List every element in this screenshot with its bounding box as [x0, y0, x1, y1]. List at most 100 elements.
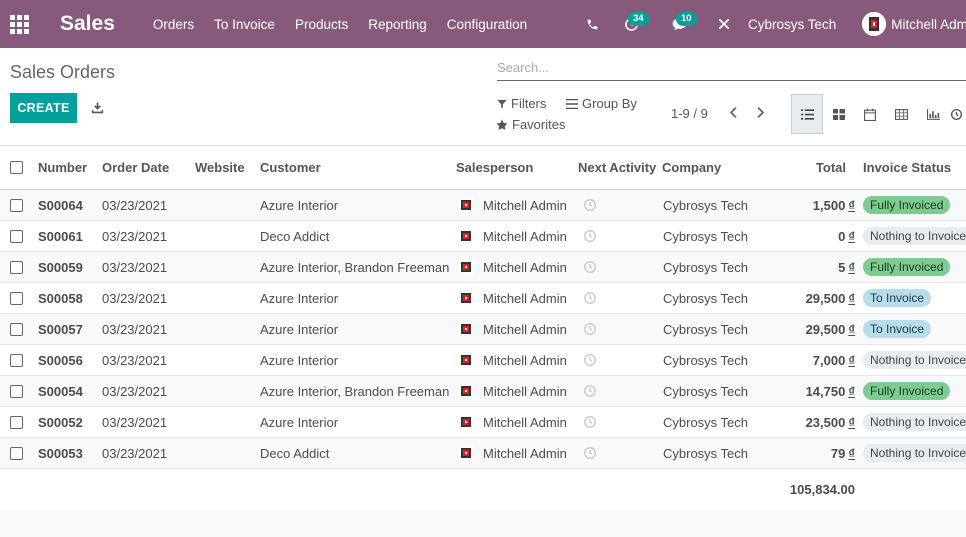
row-checkbox[interactable]: [10, 376, 23, 406]
pager-next-icon[interactable]: [753, 105, 767, 119]
list-view-icon[interactable]: [791, 94, 823, 134]
company: Cybrosys Tech: [663, 414, 749, 430]
column-invoice-status[interactable]: Invoice Status: [863, 146, 951, 189]
table-row[interactable]: S00056 03/23/2021 Azure Interior Mitchell A…: [0, 345, 966, 376]
order-total: 1,500 ₫: [760, 190, 855, 220]
clock-icon[interactable]: [583, 229, 597, 243]
activity-clock-icon[interactable]: 34: [616, 0, 649, 48]
download-icon[interactable]: [88, 98, 106, 116]
next-activity[interactable]: [583, 376, 597, 406]
customer: Azure Interior: [260, 321, 339, 337]
menu-products[interactable]: Products: [295, 17, 348, 32]
table-row[interactable]: S00061 03/23/2021 Deco Addict Mitchell Admi…: [0, 221, 966, 252]
company-switcher[interactable]: Cybrosys Tech: [748, 17, 836, 32]
total-amount: 5: [838, 259, 846, 275]
invoice-status: Nothing to Invoice: [863, 221, 966, 251]
clock-icon[interactable]: [583, 260, 597, 274]
column-number[interactable]: Number: [38, 146, 87, 189]
table-row[interactable]: S00064 03/23/2021 Azure Interior Mitchell A…: [0, 190, 966, 221]
company: Cybrosys Tech: [663, 352, 749, 368]
messages-count-badge: 10: [676, 12, 697, 26]
column-order-date[interactable]: Order Date: [102, 146, 169, 189]
row-checkbox[interactable]: [10, 438, 23, 468]
row-checkbox[interactable]: [10, 407, 23, 437]
table-row[interactable]: S00054 03/23/2021 Azure Interior, Brandon …: [0, 376, 966, 407]
activity-view-icon[interactable]: [950, 94, 966, 134]
menu-configuration[interactable]: Configuration: [447, 17, 527, 32]
apps-menu-icon[interactable]: [0, 0, 38, 48]
next-activity[interactable]: [583, 345, 597, 375]
clock-icon[interactable]: [583, 384, 597, 398]
menu-orders[interactable]: Orders: [153, 17, 194, 32]
currency-symbol: ₫: [848, 352, 855, 368]
salesperson: Mitchell Admin: [459, 407, 567, 437]
next-activity[interactable]: [583, 252, 597, 282]
order-date: 03/23/2021: [102, 290, 168, 306]
column-next-activity[interactable]: Next Activity: [578, 146, 656, 189]
next-activity[interactable]: [583, 190, 597, 220]
menu-to-invoice[interactable]: To Invoice: [214, 17, 275, 32]
salesperson-name: Mitchell Admin: [483, 228, 567, 244]
clock-icon[interactable]: [583, 415, 597, 429]
table-row[interactable]: S00057 03/23/2021 Azure Interior Mitchell A…: [0, 314, 966, 345]
column-company[interactable]: Company: [662, 146, 721, 189]
row-checkbox[interactable]: [10, 314, 23, 344]
group-by-button[interactable]: Group By: [566, 96, 637, 111]
invoice-status: Fully Invoiced: [863, 252, 951, 282]
column-customer[interactable]: Customer: [260, 146, 321, 189]
column-salesperson[interactable]: Salesperson: [456, 146, 533, 189]
table-row[interactable]: S00058 03/23/2021 Azure Interior Mitchell A…: [0, 283, 966, 314]
top-navbar: Sales Orders To Invoice Products Reporti…: [0, 0, 966, 48]
table-row[interactable]: S00059 03/23/2021 Azure Interior, Brandon …: [0, 252, 966, 283]
clock-icon[interactable]: [583, 446, 597, 460]
clock-icon[interactable]: [583, 291, 597, 305]
next-activity[interactable]: [583, 221, 597, 251]
control-panel: Sales Orders CREATE Filters Group By Fav…: [0, 48, 966, 146]
menu-reporting[interactable]: Reporting: [368, 17, 427, 32]
phone-icon[interactable]: [582, 0, 602, 48]
row-checkbox[interactable]: [10, 283, 23, 313]
table-row[interactable]: S00052 03/23/2021 Azure Interior Mitchell A…: [0, 407, 966, 438]
next-activity[interactable]: [583, 283, 597, 313]
table-footer: 105,834.00: [0, 469, 966, 509]
customer: Deco Addict: [260, 228, 330, 244]
status-badge: Nothing to Invoice: [863, 444, 966, 462]
status-badge: Fully Invoiced: [863, 258, 951, 276]
customer: Azure Interior: [260, 197, 339, 213]
next-activity[interactable]: [583, 407, 597, 437]
pivot-view-icon[interactable]: [885, 94, 917, 134]
column-website[interactable]: Website: [195, 146, 245, 189]
search-input[interactable]: [497, 60, 966, 75]
create-button[interactable]: CREATE: [10, 93, 77, 123]
user-avatar[interactable]: [862, 12, 887, 36]
column-total[interactable]: Total: [760, 146, 846, 189]
tools-icon[interactable]: [714, 0, 734, 48]
order-date: 03/23/2021: [102, 352, 168, 368]
salesperson-name: Mitchell Admin: [483, 352, 567, 368]
next-activity[interactable]: [583, 314, 597, 344]
row-checkbox[interactable]: [10, 252, 23, 282]
select-all-checkbox[interactable]: [10, 146, 23, 189]
clock-icon[interactable]: [583, 322, 597, 336]
graph-view-icon[interactable]: [917, 94, 949, 134]
user-name[interactable]: Mitchell Admin: [891, 17, 966, 32]
kanban-view-icon[interactable]: [823, 94, 855, 134]
pager-value[interactable]: 1-9 / 9: [671, 106, 708, 121]
app-name[interactable]: Sales: [60, 12, 115, 36]
company: Cybrosys Tech: [663, 228, 749, 244]
salesperson: Mitchell Admin: [459, 252, 567, 282]
filters-button[interactable]: Filters: [497, 96, 546, 111]
favorites-button[interactable]: Favorites: [496, 117, 565, 132]
messages-icon[interactable]: 10: [664, 0, 697, 48]
clock-icon[interactable]: [583, 353, 597, 367]
next-activity[interactable]: [583, 438, 597, 468]
customer: Azure Interior, Brandon Freeman: [260, 383, 450, 399]
row-checkbox[interactable]: [10, 221, 23, 251]
order-number: S00052: [38, 414, 83, 430]
table-row[interactable]: S00053 03/23/2021 Deco Addict Mitchell Admi…: [0, 438, 966, 469]
pager-previous-icon[interactable]: [726, 105, 740, 119]
row-checkbox[interactable]: [10, 345, 23, 375]
row-checkbox[interactable]: [10, 190, 23, 220]
calendar-view-icon[interactable]: [854, 94, 886, 134]
clock-icon[interactable]: [583, 198, 597, 212]
